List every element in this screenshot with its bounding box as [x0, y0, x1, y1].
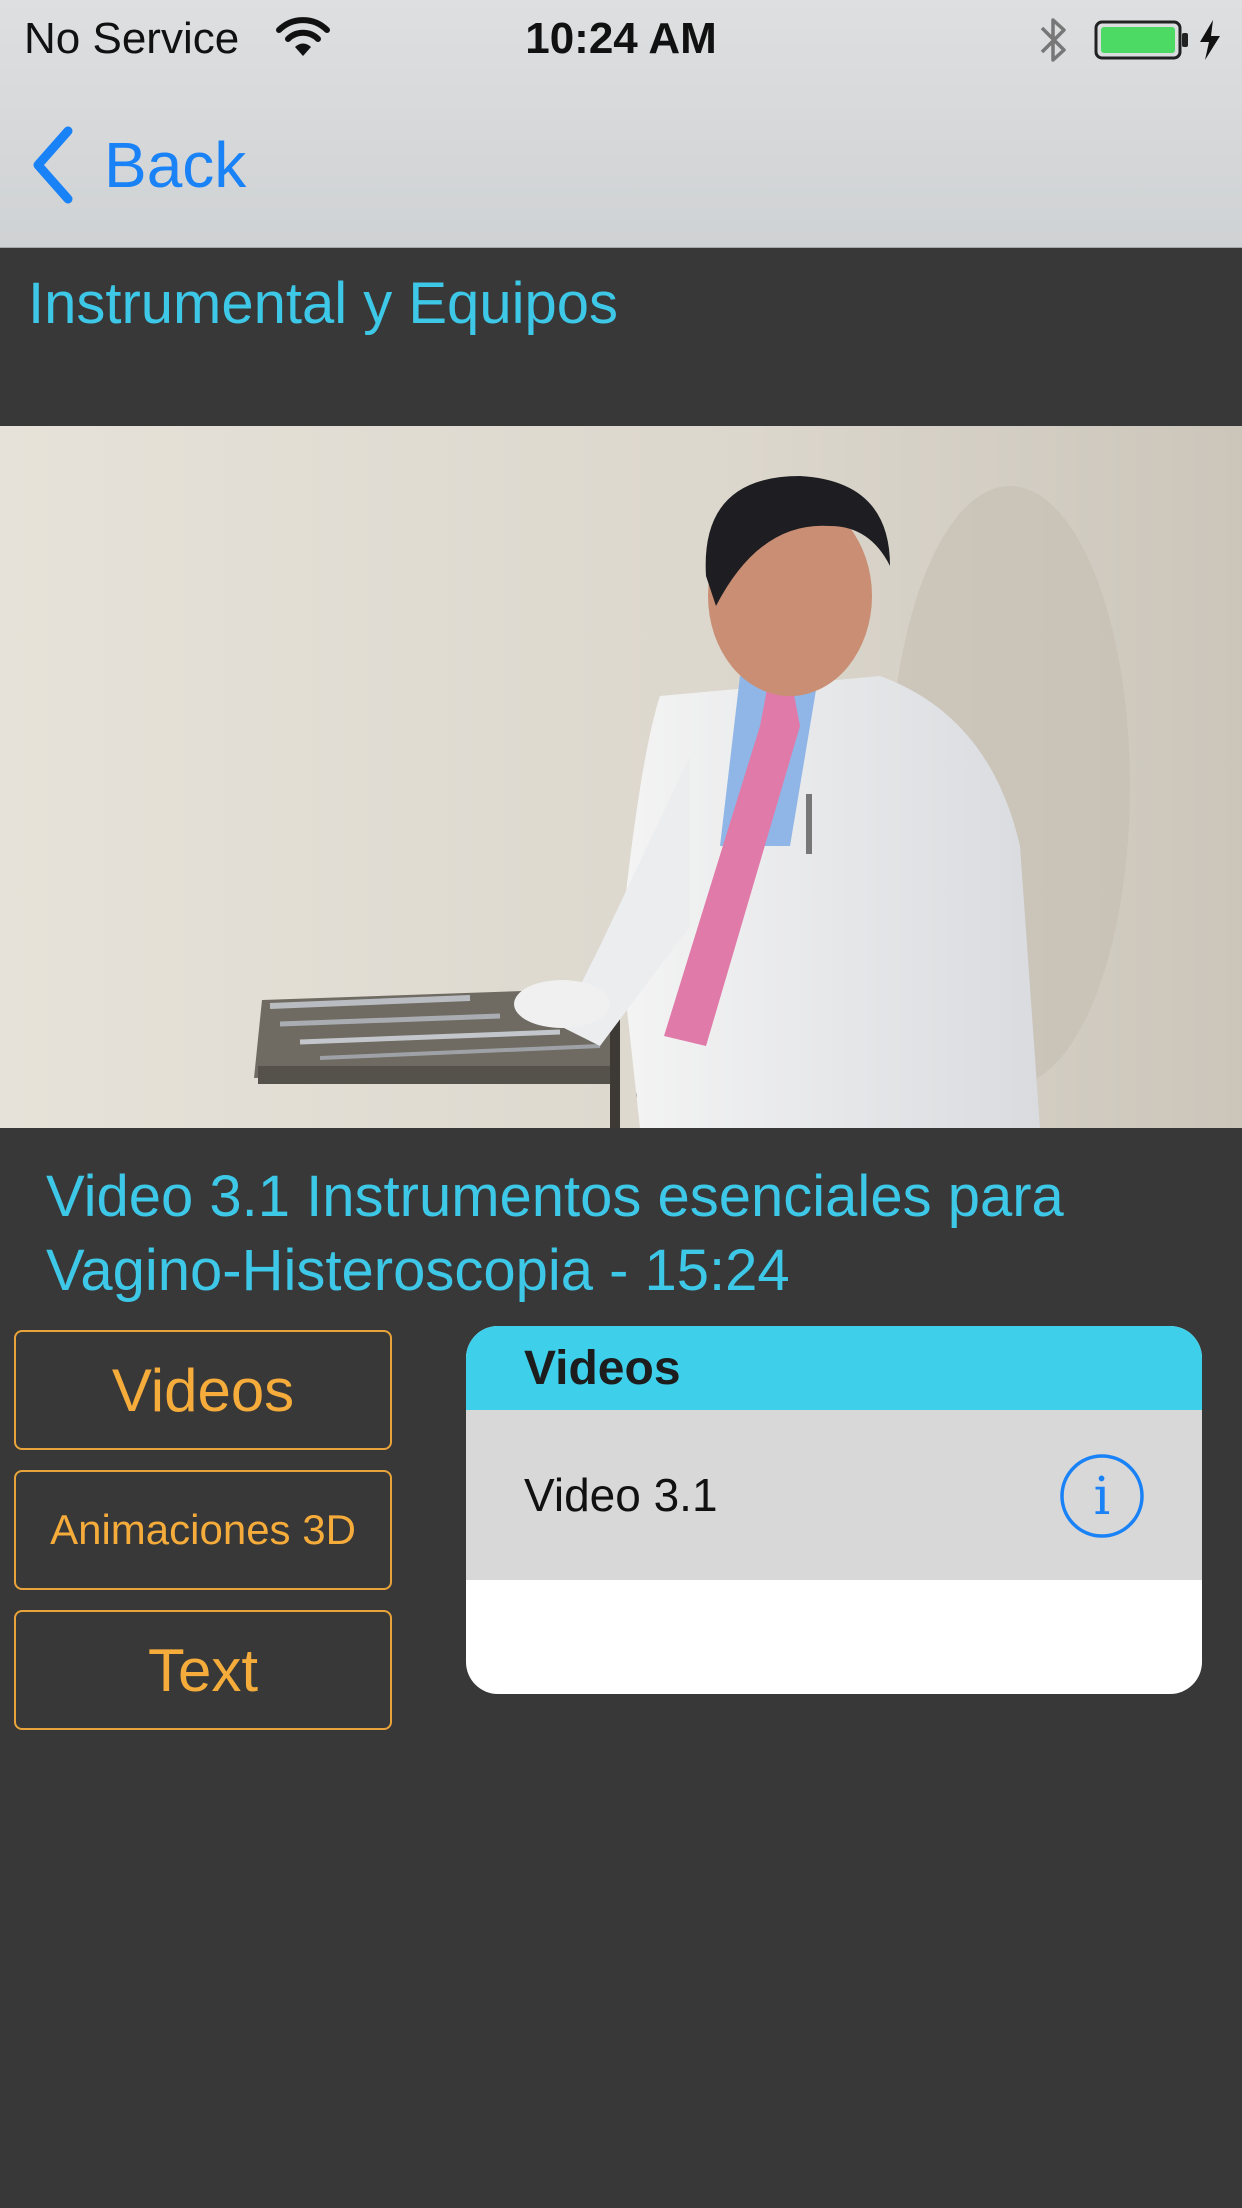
videos-button[interactable]: Videos [14, 1330, 392, 1450]
back-button[interactable]: Back [28, 120, 246, 210]
svg-text:i: i [1094, 1467, 1111, 1527]
text-button[interactable]: Text [14, 1610, 392, 1730]
animations-3d-button[interactable]: Animaciones 3D [14, 1470, 392, 1590]
bluetooth-icon [1040, 18, 1066, 62]
navigation-bar: No Service 10:24 AM Back [0, 0, 1242, 248]
page-title: Instrumental y Equipos [28, 271, 618, 336]
status-bar: No Service 10:24 AM [0, 0, 1242, 80]
battery-icon [1094, 20, 1188, 60]
video-still-image [0, 426, 1242, 1128]
back-label: Back [104, 129, 247, 201]
list-item[interactable]: Video 3.1 i [466, 1410, 1202, 1580]
videos-list-panel: Videos Video 3.1 i [466, 1326, 1202, 1694]
list-item-label: Video 3.1 [524, 1469, 718, 1521]
charging-icon [1200, 20, 1220, 60]
list-header: Videos [466, 1326, 1202, 1410]
video-player[interactable] [0, 426, 1242, 1128]
video-caption: Video 3.1 Instrumentos esenciales para V… [46, 1164, 1064, 1303]
info-icon[interactable]: i [1058, 1452, 1146, 1540]
chevron-left-icon [33, 126, 73, 204]
